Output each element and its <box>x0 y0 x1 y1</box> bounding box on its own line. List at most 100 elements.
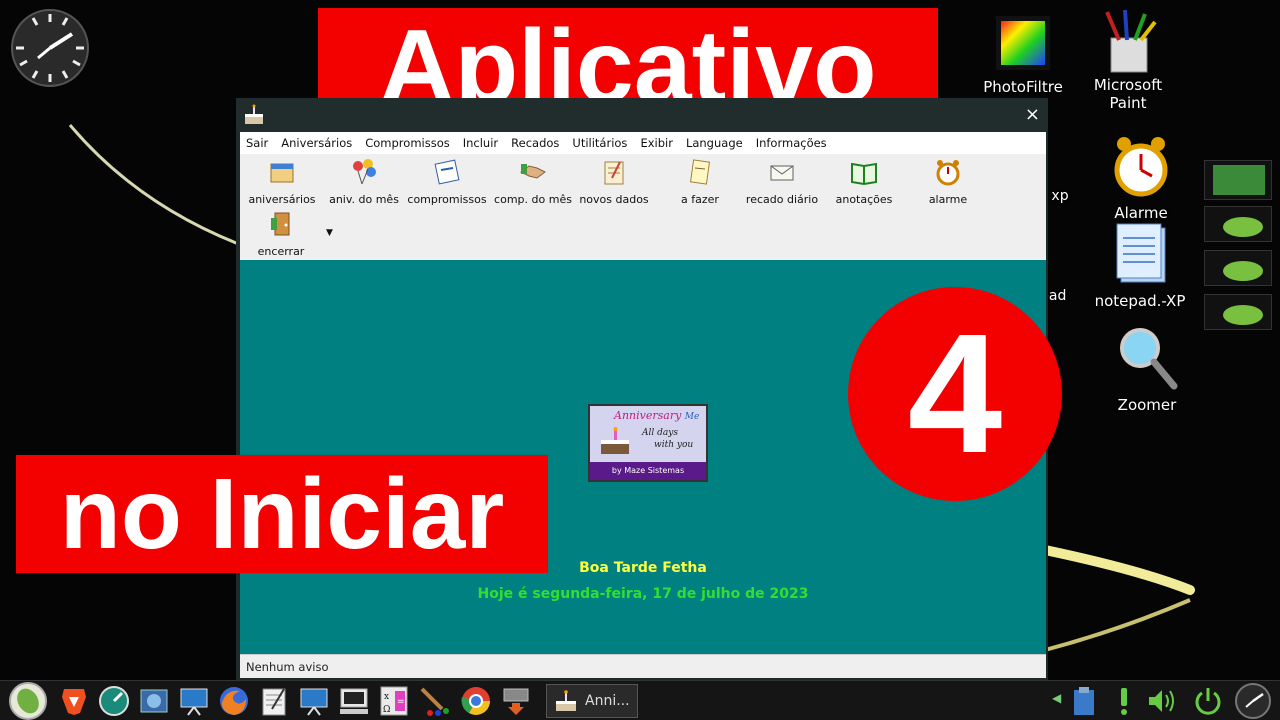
logo-footer: by Maze Sistemas <box>590 462 706 480</box>
logo-title-suffix: Me <box>684 412 700 422</box>
brave-browser-icon[interactable] <box>58 685 90 717</box>
magnifier-icon <box>1120 328 1178 390</box>
workspace-thumbnail-2[interactable] <box>1204 206 1272 242</box>
menu-recados[interactable]: Recados <box>511 136 559 150</box>
message-icon <box>770 165 794 181</box>
tray-expand-arrow-icon[interactable]: ◀ <box>1052 691 1061 705</box>
desktop-icon-label: xp <box>1051 188 1069 204</box>
svg-text:Ω: Ω <box>383 705 390 715</box>
clock-icon[interactable] <box>1234 682 1272 720</box>
clipboard-icon[interactable] <box>1068 685 1100 717</box>
window-manager-icon[interactable] <box>138 685 170 717</box>
anniversary-logo: Anniversary Me All days with you by Maze… <box>588 404 708 482</box>
desktop: PhotoFiltre Microsoft Paint xp Alarme pa… <box>0 0 1280 720</box>
workspace-thumbnail-1[interactable] <box>1204 160 1272 200</box>
taskbar-task-anniversary[interactable]: Anni... <box>546 684 638 718</box>
paint-brush-icon[interactable] <box>418 685 450 717</box>
notepad-icon[interactable] <box>258 685 290 717</box>
desktop-icon-paint[interactable]: Microsoft Paint <box>1086 8 1170 112</box>
toolbar: aniversários aniv. do mês compromissos c… <box>240 154 1046 260</box>
desktop-icon-label: Zoomer <box>1117 396 1177 414</box>
toolbar-label: alarme <box>928 193 968 206</box>
notification-icon[interactable] <box>1108 685 1140 717</box>
toolbar-aniv-mes-button[interactable]: aniv. do mês <box>328 158 400 206</box>
cake-icon <box>601 427 629 454</box>
speed-icon[interactable] <box>98 685 130 717</box>
status-bar: Nenhum aviso <box>240 654 1046 678</box>
desktop-icon-zoomer[interactable]: Zoomer <box>1106 324 1188 414</box>
handshake-icon <box>520 164 546 179</box>
menu-aniversarios[interactable]: Aniversários <box>281 136 352 150</box>
toolbar-aniversarios-button[interactable]: aniversários <box>246 158 318 206</box>
window-titlebar[interactable]: × <box>236 98 1048 132</box>
date-text: Hoje é segunda-feira, 17 de julho de 202… <box>477 586 809 602</box>
logo-line1: All days <box>642 428 678 438</box>
installer-icon[interactable] <box>500 685 532 717</box>
logo-title: Anniversary <box>614 409 682 422</box>
toolbar-overflow-arrow-icon[interactable]: ▼ <box>326 228 333 238</box>
episode-number-badge: 4 <box>848 287 1062 501</box>
exit-door-icon <box>271 212 290 236</box>
menu-bar: Sair Aniversários Compromissos Incluir R… <box>240 132 1046 154</box>
toolbar-recado-diario-button[interactable]: recado diário <box>740 158 824 206</box>
chrome-icon[interactable] <box>460 685 492 717</box>
desktop-icon-label: notepad.-XP <box>1094 292 1186 310</box>
calculator-icon[interactable]: x Ω = <box>378 685 410 717</box>
desktop-icon-label: Microsoft Paint <box>1093 76 1163 112</box>
presentation-icon[interactable] <box>178 685 210 717</box>
desktop-icon-alarme[interactable]: Alarme <box>1100 134 1182 222</box>
menu-language[interactable]: Language <box>686 136 743 150</box>
calendar-icon <box>270 163 294 183</box>
workspace-thumbnail-3[interactable] <box>1204 250 1272 286</box>
book-icon <box>851 162 877 186</box>
alarm-icon <box>936 160 960 186</box>
menu-sair[interactable]: Sair <box>246 136 268 150</box>
desktop-icon-partial[interactable]: xp <box>1048 150 1072 204</box>
toolbar-comp-mes-button[interactable]: comp. do mês <box>492 158 574 206</box>
desktop-icon-label: Alarme <box>1114 204 1168 222</box>
computer-icon[interactable] <box>338 685 370 717</box>
toolbar-alarme-button[interactable]: alarme <box>912 158 984 206</box>
appointments-icon <box>434 159 460 185</box>
menu-compromissos[interactable]: Compromissos <box>365 136 450 150</box>
photofiltre-icon <box>996 16 1050 70</box>
logo-line2: with you <box>654 440 694 450</box>
menu-informacoes[interactable]: Informações <box>756 136 827 150</box>
close-button[interactable]: × <box>1025 104 1040 125</box>
start-menu-leaf-icon[interactable] <box>8 681 48 720</box>
toolbar-label: compromissos <box>407 193 487 206</box>
desktop-icon-label: PhotoFiltre <box>983 78 1063 96</box>
toolbar-encerrar-button[interactable]: encerrar <box>246 210 316 258</box>
workspace-thumbnail-4[interactable] <box>1204 294 1272 330</box>
subtitle-banner: no Iniciar <box>16 455 548 573</box>
menu-incluir[interactable]: Incluir <box>463 136 498 150</box>
firefox-icon[interactable] <box>218 685 250 717</box>
alarm-clock-icon <box>1114 137 1168 197</box>
toolbar-a-fazer-button[interactable]: a fazer <box>664 158 736 206</box>
clock-widget-icon[interactable] <box>10 8 90 88</box>
leaf-stroke-decoration <box>1040 545 1195 652</box>
toolbar-label: aniv. do mês <box>329 193 399 206</box>
desktop-icon-photofiltre[interactable]: PhotoFiltre <box>982 14 1064 96</box>
toolbar-anotacoes-button[interactable]: anotações <box>828 158 900 206</box>
toolbar-label: encerrar <box>257 245 305 258</box>
presentation-icon[interactable] <box>298 685 330 717</box>
power-icon[interactable] <box>1192 685 1224 717</box>
leaf-icon <box>1223 217 1263 237</box>
leaf-icon <box>1223 305 1263 325</box>
desktop-icon-notepad[interactable]: notepad.-XP <box>1090 222 1190 310</box>
leaf-icon <box>1223 261 1263 281</box>
status-text: Nenhum aviso <box>246 660 329 674</box>
paint-icon <box>1105 9 1157 73</box>
todo-icon <box>689 159 711 185</box>
toolbar-novos-dados-button[interactable]: novos dados <box>578 158 650 206</box>
menu-exibir[interactable]: Exibir <box>640 136 673 150</box>
toolbar-label: recado diário <box>745 193 819 206</box>
menu-utilitarios[interactable]: Utilitários <box>572 136 627 150</box>
toolbar-compromissos-button[interactable]: compromissos <box>406 158 488 206</box>
volume-icon[interactable] <box>1146 685 1178 717</box>
balloons-icon <box>353 159 376 185</box>
toolbar-label: novos dados <box>579 193 649 206</box>
taskbar: x Ω = Anni... ◀ <box>0 680 1280 720</box>
svg-text:x: x <box>384 692 389 702</box>
